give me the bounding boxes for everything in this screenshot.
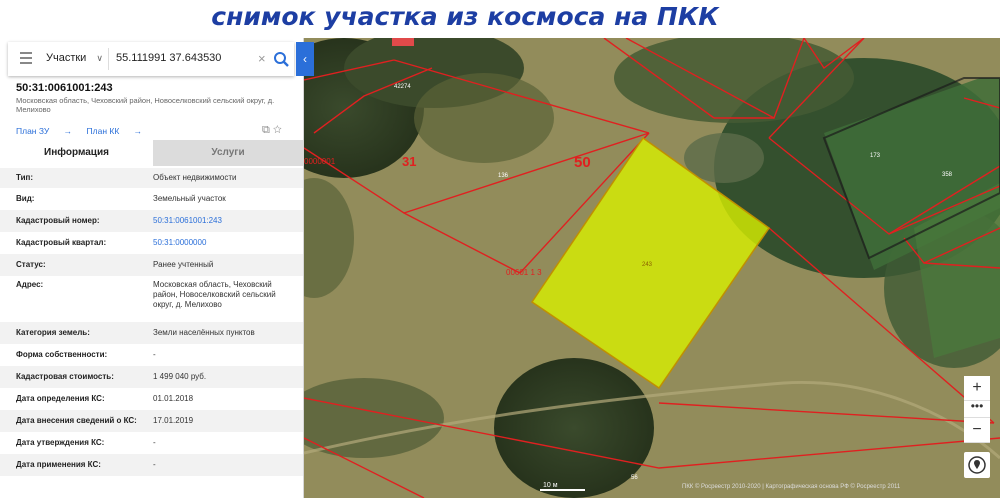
map-label-56: 56 [631,475,638,481]
plan-kk-link[interactable]: План КК → [87,126,143,136]
plan-zu-label: План ЗУ [16,126,50,136]
map-copyright: ПКК © Росреестр 2010-2020 | Картографиче… [682,484,901,490]
map-label-42274: 42274 [394,84,411,90]
detail-key: Категория земель: [16,328,90,337]
category-label: Участки [46,52,87,64]
detail-value: Земли населённых пунктов [153,328,255,337]
detail-value: 01.01.2018 [153,394,194,403]
detail-row-date-entered: Дата внесения сведений о КС: 17.01.2019 [0,410,303,432]
detail-value: - [153,460,156,469]
neighbor-parcel-mark [392,38,414,46]
detail-row-type: Тип: Объект недвижимости [0,168,303,188]
map-label-173: 173 [870,153,881,159]
detail-value: Объект недвижимости [153,173,237,182]
quarter-link[interactable]: 50:31:0000000 [153,238,298,248]
tabs: Информация Услуги [0,140,303,166]
map-label-358: 358 [942,172,953,178]
locate-icon [968,456,986,474]
map-label-136: 136 [498,173,509,179]
detail-key: Вид: [16,194,35,203]
category-select[interactable]: Участки ∨ [46,52,103,64]
cadastral-number-link[interactable]: 50:31:0061001:243 [153,216,298,226]
tab-information[interactable]: Информация [0,140,153,166]
plan-zu-link[interactable]: План ЗУ → [16,126,72,136]
detail-key: Дата применения КС: [16,460,101,469]
detail-key: Кадастровый квартал: [16,238,107,247]
scale-label: 10 м [543,482,558,489]
detail-value: - [153,350,156,359]
detail-row-ownership: Форма собственности: - [0,344,303,366]
clear-icon[interactable]: × [258,51,266,66]
banner: снимок участка из космоса на ПКК [0,0,1000,38]
detail-key: Дата внесения сведений о КС: [16,416,137,425]
detail-key: Статус: [16,260,46,269]
locate-button[interactable] [964,452,990,478]
map-label-quarter: 00601 1 3 [506,268,542,277]
detail-row-date-approved: Дата утверждения КС: - [0,432,303,454]
banner-title: снимок участка из космоса на ПКК [211,2,719,31]
detail-row-cadastral-value: Кадастровая стоимость: 1 499 040 руб. [0,366,303,388]
zoom-in-button[interactable]: + [964,376,990,401]
map-label-31: 31 [402,154,416,169]
address-subtitle: Московская область, Чеховский район, Нов… [16,96,275,114]
satellite-map[interactable]: 31 50 136 42274 173 358 243 00601 1 3 56… [304,38,1000,498]
plan-kk-label: План КК [86,126,120,136]
detail-row-quarter: Кадастровый квартал: 50:31:0000000 [0,232,303,254]
detail-key: Дата утверждения КС: [16,438,105,447]
detail-value: Земельный участок [153,194,226,203]
detail-key: Кадастровый номер: [16,216,100,225]
map-label-left: 0000001 [304,157,336,166]
menu-icon[interactable] [20,52,32,67]
info-panel: Участки ∨ 55.111991 37.643530 × ‹ 50:31:0… [0,38,314,498]
tab-services[interactable]: Услуги [153,140,303,166]
search-bar: Участки ∨ 55.111991 37.643530 × [8,42,294,76]
detail-value: 17.01.2019 [153,416,194,425]
detail-row-date-applied: Дата применения КС: - [0,454,303,476]
detail-key: Адрес: [16,280,44,289]
more-icon[interactable]: ••• [964,400,990,418]
detail-value: Московская область, Чеховский район, Нов… [153,280,276,309]
search-input[interactable]: 55.111991 37.643530 [116,52,221,64]
cadastral-number-title: 50:31:0061001:243 [16,82,113,94]
copy-icon[interactable]: ⧉ [262,124,270,136]
detail-row-address: Адрес: Московская область, Чеховский рай… [0,276,303,322]
zoom-controls: + ••• − [964,376,990,443]
search-icon[interactable] [270,48,292,70]
star-icon[interactable]: ☆ [273,124,282,136]
detail-key: Кадастровая стоимость: [16,372,114,381]
detail-value: - [153,438,156,447]
detail-key: Форма собственности: [16,350,108,359]
detail-row-kind: Вид: Земельный участок [0,188,303,210]
detail-key: Дата определения КС: [16,394,105,403]
zoom-out-button[interactable]: − [964,418,990,443]
tools: ⧉ ☆ [262,124,282,137]
map-canvas[interactable]: 31 50 136 42274 173 358 243 00601 1 3 56… [304,38,1000,498]
tree-area [494,358,654,498]
detail-value: Ранее учтенный [153,260,214,269]
chevron-down-icon: ∨ [96,53,103,63]
detail-key: Тип: [16,173,33,182]
detail-row-date-determined: Дата определения КС: 01.01.2018 [0,388,303,410]
detail-row-status: Статус: Ранее учтенный [0,254,303,276]
divider [108,48,109,70]
detail-row-cadastral-number: Кадастровый номер: 50:31:0061001:243 [0,210,303,232]
detail-row-land-category: Категория земель: Земли населённых пункт… [0,322,303,344]
map-label-243: 243 [642,262,653,268]
plan-links: План ЗУ → План КК → [16,126,154,136]
collapse-panel-button[interactable]: ‹ [296,42,314,76]
tree-area [414,73,554,163]
detail-value: 1 499 040 руб. [153,372,207,381]
map-label-50: 50 [574,154,591,171]
scale-bar [540,489,585,491]
